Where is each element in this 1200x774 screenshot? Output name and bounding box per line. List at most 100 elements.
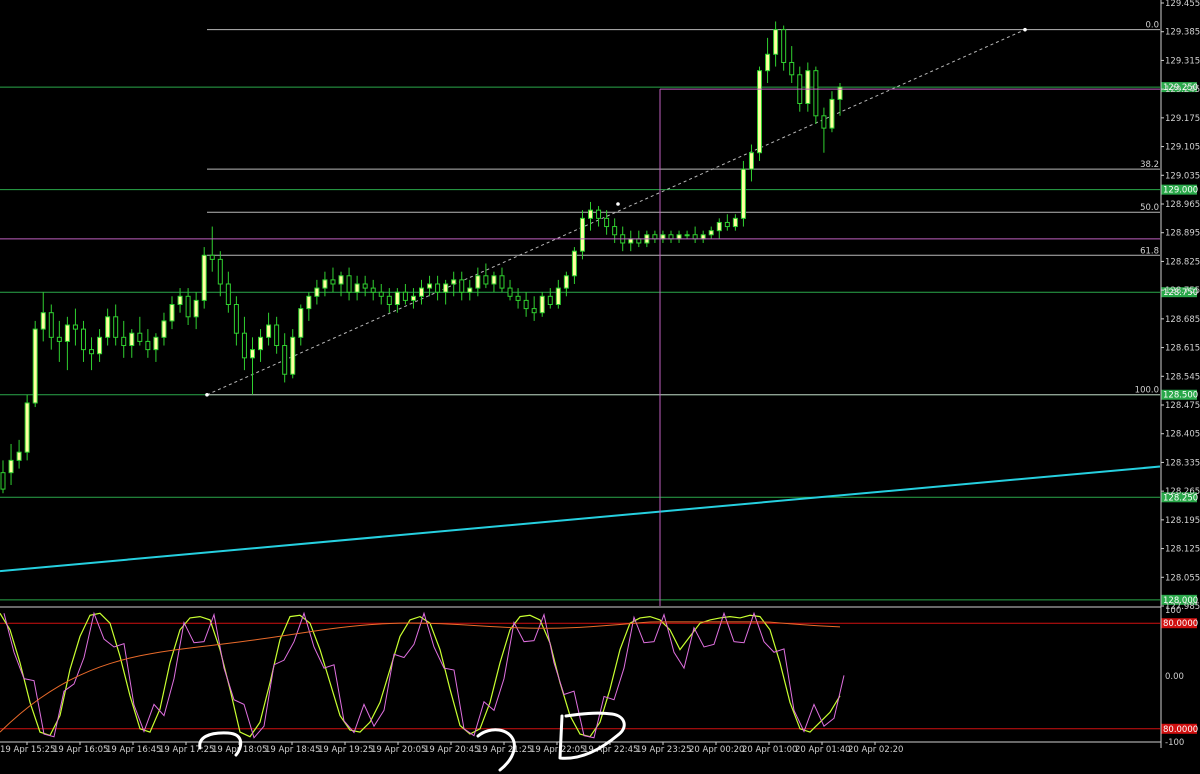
bull-candle <box>24 402 30 453</box>
time-tick-label: 19 Apr 20:05 <box>371 745 426 755</box>
bear-candle <box>378 291 384 297</box>
bull-candle <box>555 287 561 305</box>
bear-candle <box>121 336 127 347</box>
bull-candle <box>322 279 328 289</box>
bull-candle <box>298 308 304 338</box>
price-tick-label: 127.985 <box>1165 602 1200 612</box>
bull-candle <box>563 275 569 289</box>
bear-candle <box>89 349 95 355</box>
price-tick-label: 128.055 <box>1165 573 1200 583</box>
osc-level-tag-label: 80.0000 <box>1163 725 1198 735</box>
trendline-anchor <box>205 392 209 397</box>
bull-candle <box>169 304 175 322</box>
bear-candle <box>402 291 408 301</box>
bull-candle <box>443 283 449 293</box>
bull-candle <box>579 217 585 252</box>
bear-candle <box>282 345 288 375</box>
trendline-anchor <box>616 202 620 206</box>
bull-candle <box>491 275 497 285</box>
bull-candle <box>475 275 481 289</box>
bull-candle <box>427 283 433 289</box>
bull-candle <box>757 70 763 154</box>
bear-candle <box>370 287 376 293</box>
bull-candle <box>773 29 779 55</box>
time-tick-label: 19 Apr 19:25 <box>318 745 373 755</box>
bull-candle <box>161 320 167 338</box>
bull-candle <box>571 250 577 277</box>
price-tick-label: 128.545 <box>1165 372 1200 382</box>
time-tick-label: 20 Apr 02:20 <box>848 745 903 755</box>
bear-candle <box>515 295 521 301</box>
bear-candle <box>362 283 368 289</box>
bull-candle <box>105 316 111 338</box>
price-tick-label: 129.175 <box>1165 114 1200 124</box>
bull-candle <box>16 451 22 461</box>
bull-candle <box>410 295 416 301</box>
bull-candle <box>467 287 473 293</box>
bull-candle <box>306 295 312 310</box>
bear-candle <box>185 295 191 318</box>
bear-candle <box>274 324 280 347</box>
bear-candle <box>652 234 658 240</box>
price-tick-label: 128.335 <box>1165 458 1200 468</box>
bear-candle <box>547 295 553 306</box>
bull-candle <box>676 234 682 240</box>
fib-level-label: 50.0 <box>1140 203 1159 213</box>
price-tick-label: 128.895 <box>1165 229 1200 239</box>
bear-candle <box>692 234 698 240</box>
bear-candle <box>789 61 795 76</box>
price-tick-label: 128.615 <box>1165 344 1200 354</box>
bear-candle <box>604 217 610 228</box>
bull-candle <box>32 328 38 404</box>
price-tick-label: 129.315 <box>1165 56 1200 66</box>
bear-candle <box>225 283 231 306</box>
price-tick-label: 128.755 <box>1165 286 1200 296</box>
bull-candle <box>588 209 594 219</box>
bull-candle <box>193 299 199 318</box>
price-tick-label: 128.965 <box>1165 200 1200 210</box>
bull-candle <box>8 459 14 474</box>
price-tick-label: 128.405 <box>1165 430 1200 440</box>
bull-candle <box>716 221 722 232</box>
price-tick-label: 128.475 <box>1165 401 1200 411</box>
bull-candle <box>314 287 320 297</box>
time-tick-label: 19 Apr 21:25 <box>477 745 532 755</box>
bear-candle <box>209 254 215 260</box>
bear-candle <box>813 70 819 117</box>
time-tick-label: 19 Apr 15:25 <box>0 745 55 755</box>
bear-candle <box>48 312 54 338</box>
time-tick-label: 19 Apr 20:45 <box>424 745 479 755</box>
price-tick-label: 129.035 <box>1165 171 1200 181</box>
time-tick-label: 19 Apr 18:45 <box>265 745 320 755</box>
bear-candle <box>386 295 392 306</box>
bull-candle <box>829 98 835 129</box>
bear-candle <box>217 258 223 285</box>
osc-tick-label: 0.00 <box>1165 672 1184 682</box>
time-tick-label: 19 Apr 16:05 <box>53 745 108 755</box>
bull-candle <box>539 295 545 314</box>
bear-candle <box>0 472 6 490</box>
bear-candle <box>80 328 86 351</box>
price-tick-label: 128.685 <box>1165 315 1200 325</box>
time-tick-label: 19 Apr 22:05 <box>530 745 585 755</box>
price-tick-label: 129.105 <box>1165 143 1200 153</box>
bull-candle <box>266 324 272 338</box>
bull-candle <box>700 234 706 240</box>
price-chart[interactable]: 129.250129.000128.750128.500128.250128.0… <box>0 0 1200 774</box>
bull-candle <box>684 234 690 237</box>
bear-candle <box>523 299 529 310</box>
fib-level-label: 61.8 <box>1140 246 1159 256</box>
fib-level-label: 0.0 <box>1145 21 1159 31</box>
bear-candle <box>137 332 143 342</box>
bear-candle <box>612 226 618 236</box>
chart-background <box>0 0 1200 774</box>
fib-level-label: 100.0 <box>1135 386 1159 396</box>
time-tick-label: 20 Apr 00:20 <box>689 745 744 755</box>
bear-candle <box>483 275 489 285</box>
bull-candle <box>40 312 46 330</box>
price-tick-label: 128.825 <box>1165 257 1200 267</box>
bear-candle <box>113 316 119 338</box>
bull-candle <box>129 332 135 347</box>
bull-candle <box>660 234 666 240</box>
bull-candle <box>628 238 634 244</box>
